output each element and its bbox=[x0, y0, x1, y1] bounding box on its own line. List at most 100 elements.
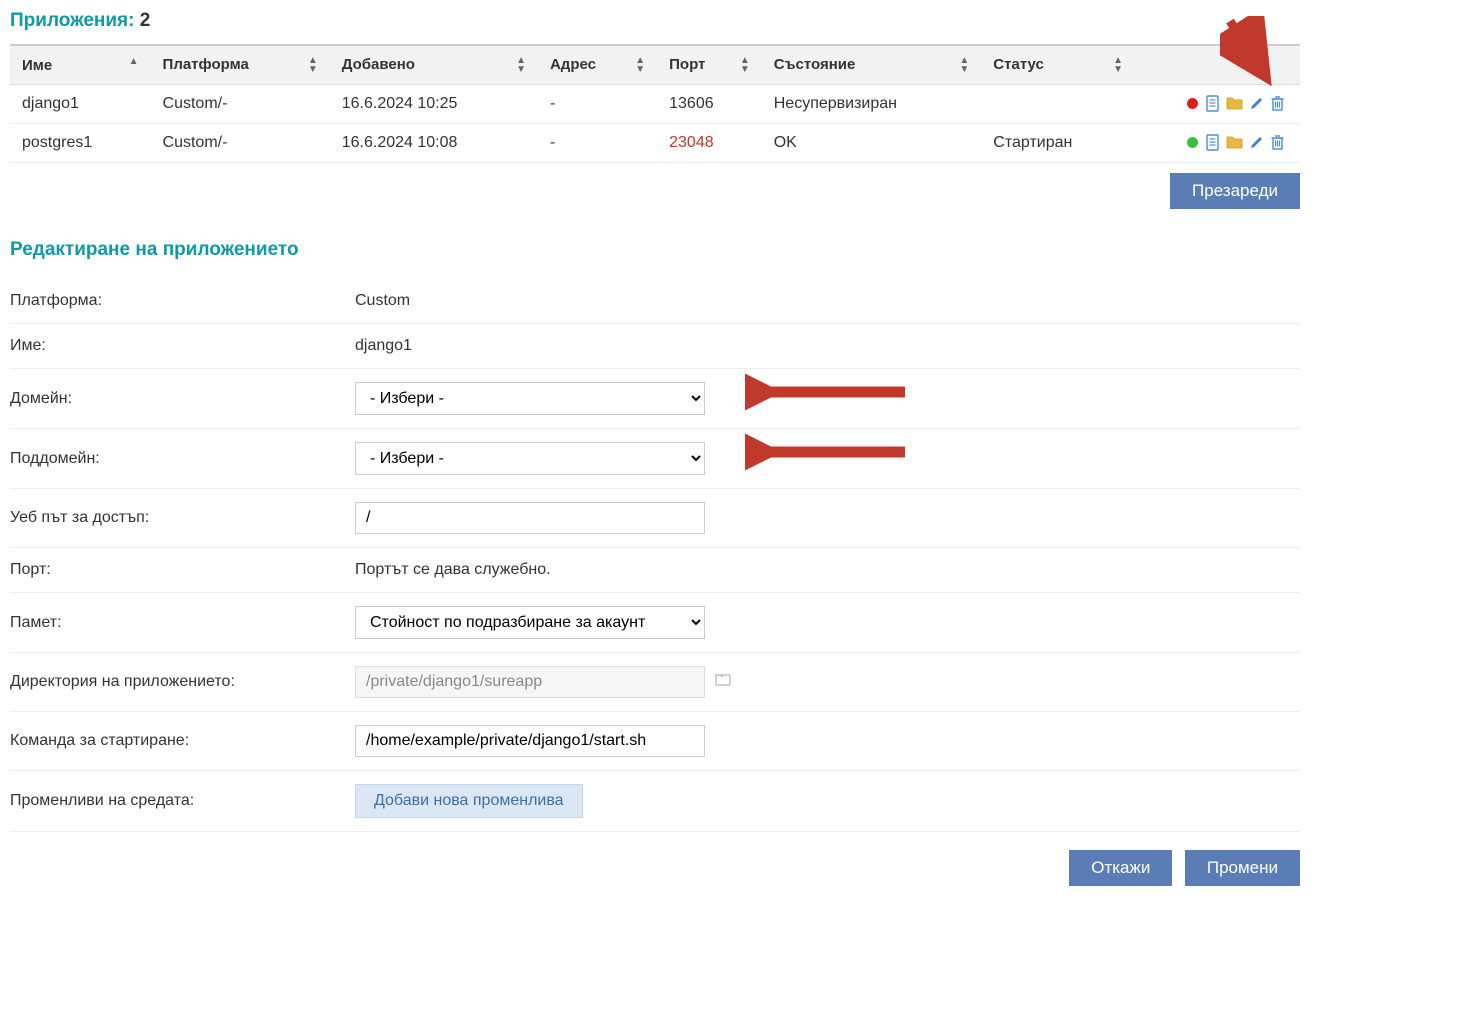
row-subdomain: Поддомейн: - Избери - bbox=[10, 429, 1300, 489]
sort-icon: ▲▼ bbox=[516, 56, 526, 74]
cell-actions bbox=[1135, 85, 1300, 124]
edit-app-title: Редактиране на приложението bbox=[10, 239, 1300, 261]
label-platform: Платформа: bbox=[10, 292, 355, 310]
col-header-name-text: Име bbox=[22, 57, 52, 74]
value-port: Портът се дава служебно. bbox=[355, 561, 1300, 579]
label-dir: Директория на приложението: bbox=[10, 673, 355, 691]
apps-table: Име ▲ Платформа ▲▼ Добавено ▲▼ Адрес ▲▼ Порт… bbox=[10, 44, 1300, 163]
status-dot-icon bbox=[1187, 137, 1198, 148]
cell-port: 23048 bbox=[657, 124, 762, 163]
cell-platform: Custom/- bbox=[151, 124, 330, 163]
cell-address: - bbox=[538, 85, 657, 124]
row-platform: Платформа: Custom bbox=[10, 279, 1300, 324]
annotation-arrow-icon bbox=[745, 372, 915, 412]
col-header-added-text: Добавено bbox=[342, 56, 415, 73]
value-platform: Custom bbox=[355, 292, 1300, 310]
webpath-input[interactable] bbox=[355, 502, 705, 534]
row-dir: Директория на приложението: /private/dja… bbox=[10, 653, 1300, 712]
cell-added: 16.6.2024 10:25 bbox=[330, 85, 538, 124]
files-button[interactable] bbox=[1226, 96, 1243, 111]
delete-button[interactable] bbox=[1270, 95, 1285, 112]
save-button[interactable]: Промени bbox=[1185, 850, 1300, 886]
label-name: Име: bbox=[10, 337, 355, 355]
cell-port: 13606 bbox=[657, 85, 762, 124]
row-memory: Памет: Стойност по подразбиране за акаун… bbox=[10, 593, 1300, 653]
row-webpath: Уеб път за достъп: bbox=[10, 489, 1300, 548]
sort-icon: ▲▼ bbox=[1113, 56, 1123, 74]
row-name: Име: django1 bbox=[10, 324, 1300, 369]
document-icon bbox=[1205, 134, 1220, 151]
pencil-icon bbox=[1249, 96, 1264, 111]
memory-select[interactable]: Стойност по подразбиране за акаунт bbox=[355, 606, 705, 639]
value-name: django1 bbox=[355, 337, 1300, 355]
col-header-state[interactable]: Състояние ▲▼ bbox=[762, 45, 982, 85]
subdomain-select[interactable]: - Избери - bbox=[355, 442, 705, 475]
cell-status bbox=[981, 85, 1135, 124]
edit-button[interactable] bbox=[1249, 96, 1264, 111]
label-webpath: Уеб път за достъп: bbox=[10, 509, 355, 527]
sort-icon: ▲▼ bbox=[740, 56, 750, 74]
folder-icon bbox=[1226, 96, 1243, 111]
col-header-added[interactable]: Добавено ▲▼ bbox=[330, 45, 538, 85]
cell-name: django1 bbox=[10, 85, 151, 124]
label-subdomain: Поддомейн: bbox=[10, 450, 355, 468]
trash-icon bbox=[1270, 134, 1285, 151]
sort-icon: ▲▼ bbox=[635, 56, 645, 74]
browse-folder-button[interactable] bbox=[715, 672, 731, 691]
sort-icon: ▲ bbox=[129, 57, 139, 66]
col-header-port-text: Порт bbox=[669, 56, 705, 73]
files-button[interactable] bbox=[1226, 135, 1243, 150]
row-domain: Домейн: - Избери - bbox=[10, 369, 1300, 429]
edit-button[interactable] bbox=[1249, 135, 1264, 150]
pencil-icon bbox=[1249, 135, 1264, 150]
col-header-port[interactable]: Порт ▲▼ bbox=[657, 45, 762, 85]
apps-title: Приложения: 2 bbox=[10, 10, 1300, 32]
delete-button[interactable] bbox=[1270, 134, 1285, 151]
label-port: Порт: bbox=[10, 561, 355, 579]
col-header-state-text: Състояние bbox=[774, 56, 856, 73]
apps-count: 2 bbox=[140, 10, 151, 31]
row-port: Порт: Портът се дава служебно. bbox=[10, 548, 1300, 593]
cell-status: Стартиран bbox=[981, 124, 1135, 163]
cancel-button[interactable]: Откажи bbox=[1069, 850, 1172, 886]
apps-title-label: Приложения: bbox=[10, 10, 134, 31]
trash-icon bbox=[1270, 95, 1285, 112]
label-domain: Домейн: bbox=[10, 390, 355, 408]
annotation-arrow-icon bbox=[745, 432, 915, 472]
folder-icon bbox=[1226, 135, 1243, 150]
details-button[interactable] bbox=[1205, 134, 1220, 151]
add-env-var-button[interactable]: Добави нова променлива bbox=[355, 784, 583, 818]
col-header-status[interactable]: Статус ▲▼ bbox=[981, 45, 1135, 85]
status-dot-icon bbox=[1187, 98, 1198, 109]
sort-icon: ▲▼ bbox=[959, 56, 969, 74]
cell-state: Несупервизиран bbox=[762, 85, 982, 124]
col-header-platform-text: Платформа bbox=[163, 56, 249, 73]
dir-path: /private/django1/sureapp bbox=[355, 666, 705, 698]
cell-platform: Custom/- bbox=[151, 85, 330, 124]
col-header-status-text: Статус bbox=[993, 56, 1044, 73]
annotation-arrow-icon bbox=[1220, 16, 1280, 86]
domain-select[interactable]: - Избери - bbox=[355, 382, 705, 415]
col-header-name[interactable]: Име ▲ bbox=[10, 45, 151, 85]
startcmd-input[interactable] bbox=[355, 725, 705, 757]
table-row: django1Custom/-16.6.2024 10:25-13606Несу… bbox=[10, 85, 1300, 124]
cell-actions bbox=[1135, 124, 1300, 163]
col-header-address[interactable]: Адрес ▲▼ bbox=[538, 45, 657, 85]
reload-button[interactable]: Презареди bbox=[1170, 173, 1300, 209]
cell-name: postgres1 bbox=[10, 124, 151, 163]
form-actions: Откажи Промени bbox=[10, 850, 1300, 886]
col-header-address-text: Адрес bbox=[550, 56, 596, 73]
sort-icon: ▲▼ bbox=[308, 56, 318, 74]
label-startcmd: Команда за стартиране: bbox=[10, 732, 355, 750]
cell-state: OK bbox=[762, 124, 982, 163]
label-memory: Памет: bbox=[10, 614, 355, 632]
label-envvars: Променливи на средата: bbox=[10, 792, 355, 810]
row-startcmd: Команда за стартиране: bbox=[10, 712, 1300, 771]
document-icon bbox=[1205, 95, 1220, 112]
cell-address: - bbox=[538, 124, 657, 163]
details-button[interactable] bbox=[1205, 95, 1220, 112]
col-header-platform[interactable]: Платформа ▲▼ bbox=[151, 45, 330, 85]
cell-added: 16.6.2024 10:08 bbox=[330, 124, 538, 163]
folder-icon bbox=[715, 672, 731, 686]
row-envvars: Променливи на средата: Добави нова проме… bbox=[10, 771, 1300, 832]
